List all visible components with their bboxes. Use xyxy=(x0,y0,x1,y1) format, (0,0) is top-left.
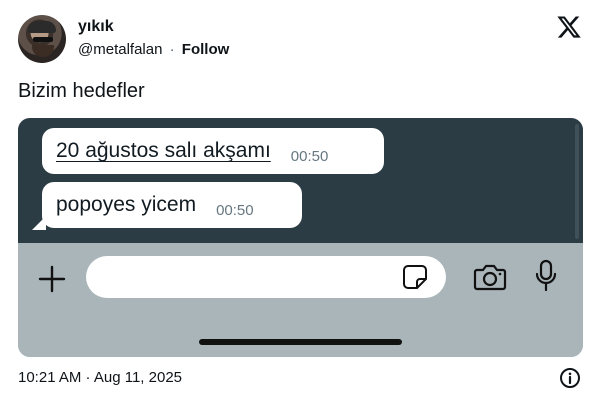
info-icon[interactable] xyxy=(559,367,581,389)
avatar[interactable] xyxy=(18,15,66,63)
display-name[interactable]: yıkık xyxy=(78,18,114,36)
tweet-text: Bizim hedefler xyxy=(18,80,145,102)
message-bubble[interactable]: 20 ağustos salı akşamı 00:50 xyxy=(42,128,384,174)
message-text: 20 ağustos salı akşamı xyxy=(56,139,271,162)
avatar-beard xyxy=(32,45,54,57)
sticker-icon[interactable] xyxy=(402,264,428,290)
bubble-tail xyxy=(32,216,46,230)
message-bubble[interactable]: popoyes yicem 00:50 xyxy=(42,182,302,228)
avatar-hat xyxy=(28,21,56,33)
camera-icon[interactable] xyxy=(473,263,507,291)
message-time: 00:50 xyxy=(290,147,329,165)
message-time: 00:50 xyxy=(216,201,254,219)
chat-scrollbar[interactable] xyxy=(575,124,579,239)
home-indicator xyxy=(199,339,402,345)
mic-icon[interactable] xyxy=(534,259,558,293)
plus-icon[interactable] xyxy=(38,265,66,293)
avatar-glasses xyxy=(33,37,53,42)
message-text: popoyes yicem xyxy=(56,193,197,216)
tweet-timestamp[interactable]: 10:21 AM · Aug 11, 2025 xyxy=(18,369,182,386)
x-logo-icon[interactable] xyxy=(556,14,582,40)
chat-area: 20 ağustos salı akşamı 00:50 popoyes yic… xyxy=(18,118,583,243)
separator-dot: · xyxy=(169,41,175,58)
handle-row: @metalfalan · Follow xyxy=(78,41,229,58)
user-handle[interactable]: @metalfalan xyxy=(78,41,162,58)
tweet-media-image[interactable]: 20 ağustos salı akşamı 00:50 popoyes yic… xyxy=(18,118,583,357)
message-input[interactable] xyxy=(86,256,446,298)
follow-button[interactable]: Follow xyxy=(182,41,230,58)
